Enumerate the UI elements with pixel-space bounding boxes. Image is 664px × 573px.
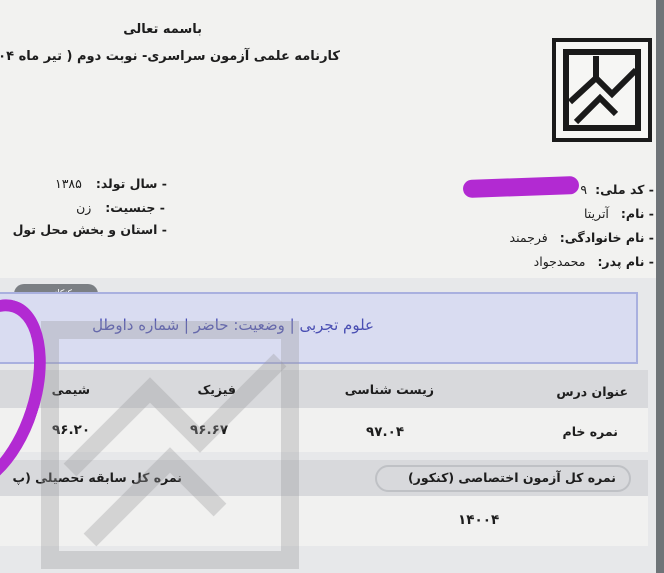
father-label: - نام پدر: — [597, 254, 654, 269]
screen-edge — [656, 0, 664, 573]
name-value: آتریتا — [584, 206, 609, 221]
birth-year-row: - سال تولد: ۱۳۸۵ — [55, 176, 167, 191]
raw-score-label: نمره خام — [562, 424, 618, 439]
national-code-value: ۹ — [580, 182, 588, 197]
redaction-scribble — [462, 175, 580, 199]
header-biology: زیست شناسی — [344, 382, 434, 397]
gender-label: - جنسیت: — [105, 200, 165, 215]
family-row: - نام خانوادگی: فرجمند — [510, 230, 654, 245]
family-value: فرجمند — [509, 230, 548, 245]
basmala: باسمه تعالی — [123, 22, 202, 37]
exam-total-value: ۱۴۰۰۴ — [458, 512, 500, 528]
birth-year-label: - سال تولد: — [95, 176, 167, 191]
organization-logo — [552, 38, 652, 142]
father-row: - نام پدر: محمدجواد — [534, 254, 654, 269]
province-label: - استان و بخش محل تول — [12, 222, 167, 237]
national-code-label: - کد ملی: — [595, 182, 654, 197]
report-title: کارنامه علمی آزمون سراسری- نوبت دوم ( تی… — [0, 49, 340, 64]
gender-value: زن — [76, 200, 92, 215]
header-course-title: عنوان درس — [556, 384, 628, 399]
exam-total-label: نمره کل آزمون اختصاصی (کنکور) — [407, 470, 616, 485]
gender-row: - جنسیت: زن — [76, 200, 165, 215]
logo-mark-icon — [563, 49, 641, 131]
biology-score: ۹۷.۰۴ — [366, 424, 405, 440]
name-label: - نام: — [620, 206, 654, 221]
national-code-row: - کد ملی: ۹ — [580, 182, 654, 197]
family-label: - نام خانوادگی: — [559, 230, 654, 245]
watermark-logo-icon — [41, 321, 299, 569]
birth-year-value: ۱۳۸۵ — [54, 176, 82, 191]
name-row: - نام: آتریتا — [584, 206, 654, 221]
report-card: باسمه تعالی کارنامه علمی آزمون سراسری- ن… — [0, 0, 664, 573]
father-value: محمدجواد — [533, 254, 586, 269]
